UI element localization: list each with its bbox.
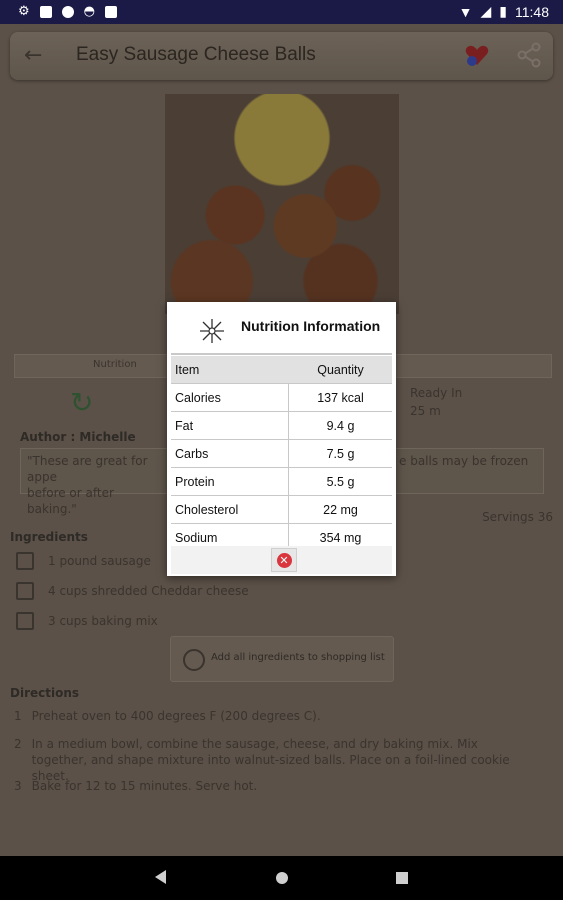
heart-icon[interactable] — [464, 42, 490, 68]
nav-home-icon[interactable] — [276, 872, 288, 884]
ready-in: Ready In 25 m — [410, 384, 462, 420]
nutrient-quantity: 9.4 g — [326, 418, 355, 433]
checkbox[interactable] — [16, 582, 34, 600]
recipe-photo — [165, 94, 399, 314]
step-number: 3 — [14, 779, 22, 793]
status-time: 11:48 — [515, 3, 549, 20]
description-right: e balls may be frozen — [399, 454, 529, 468]
nutrition-table: Item Quantity Calories 137 kcal Fat 9.4 … — [171, 356, 392, 552]
ingredient-label: 4 cups shredded Cheddar cheese — [48, 584, 249, 598]
status-icons-left: ⚙ ◓ — [18, 4, 117, 19]
step-number: 2 — [14, 737, 22, 751]
page-title: Easy Sausage Cheese Balls — [76, 44, 316, 65]
description-line-2: before or after baking." — [27, 486, 114, 516]
divider — [171, 353, 392, 355]
share-icon[interactable] — [516, 42, 542, 68]
dialog-title: Nutrition Information — [241, 318, 381, 334]
arrow-left-icon[interactable]: ← — [24, 44, 48, 68]
cast-icon: ◓ — [83, 4, 95, 19]
direction-step: 3 Bake for 12 to 15 minutes. Serve hot. — [14, 778, 544, 794]
step-text: Bake for 12 to 15 minutes. Serve hot. — [31, 779, 258, 793]
dialog-footer: ✕ — [171, 546, 392, 574]
nutrition-dialog: Nutrition Information Item Quantity Calo… — [167, 302, 396, 576]
battery-icon: ▮ — [499, 3, 507, 19]
servings: Servings 36 — [482, 510, 553, 524]
ready-in-label: Ready In — [410, 386, 463, 400]
step-text: In a medium bowl, combine the sausage, c… — [31, 737, 510, 783]
step-number: 1 — [14, 709, 22, 723]
nutrient-name: Fat — [171, 412, 289, 439]
description-left: "These are great for appe before or afte… — [27, 453, 167, 517]
add-to-shopping-list-label: Add all ingredients to shopping list — [211, 652, 385, 663]
nutrient-quantity: 22 mg — [323, 502, 358, 517]
table-row: Protein 5.5 g — [171, 468, 392, 496]
refresh-icon[interactable]: ↻ — [70, 386, 93, 419]
ingredient-item[interactable]: 4 cups shredded Cheddar cheese — [16, 582, 249, 600]
description-line-1: "These are great for appe — [27, 454, 148, 484]
nutrient-quantity: 5.5 g — [326, 474, 355, 489]
add-to-shopping-list-button[interactable]: Add all ingredients to shopping list — [170, 636, 394, 682]
ready-in-value: 25 m — [410, 404, 441, 418]
checkbox[interactable] — [16, 612, 34, 630]
table-row: Calories 137 kcal — [171, 384, 392, 412]
tab-nutrition[interactable]: Nutrition — [93, 359, 137, 370]
notification-a-icon — [39, 5, 52, 18]
table-header: Item Quantity — [171, 356, 392, 384]
ingredient-item[interactable]: 3 cups baking mix — [16, 612, 158, 630]
directions-heading: Directions — [10, 686, 80, 700]
wifi-icon: ▼ — [458, 3, 473, 20]
checkbox[interactable] — [16, 552, 34, 570]
globe-icon — [183, 649, 205, 671]
nutrient-quantity: 7.5 g — [326, 446, 355, 461]
sd-card-icon — [105, 5, 117, 18]
circle-icon — [61, 5, 74, 18]
ingredient-item[interactable]: 1 pound sausage — [16, 552, 151, 570]
table-row: Fat 9.4 g — [171, 412, 392, 440]
nutrient-name: Carbs — [171, 440, 289, 467]
nutrient-name: Cholesterol — [171, 496, 289, 523]
ingredients-heading: Ingredients — [10, 530, 88, 544]
table-row: Carbs 7.5 g — [171, 440, 392, 468]
direction-step: 1 Preheat oven to 400 degrees F (200 deg… — [14, 708, 544, 724]
status-bar: ⚙ ◓ ▼ ◢ ▮ 11:48 — [0, 0, 563, 24]
ingredient-label: 1 pound sausage — [48, 554, 151, 568]
column-header-quantity: Quantity — [317, 362, 364, 377]
close-icon: ✕ — [276, 552, 292, 568]
nutrient-name: Protein — [171, 468, 289, 495]
status-icons-right: ▼ ◢ ▮ 11:48 — [459, 3, 549, 20]
author: Author : Michelle — [20, 430, 136, 444]
signal-icon: ◢ — [480, 3, 492, 19]
step-text: Preheat oven to 400 degrees F (200 degre… — [31, 709, 321, 723]
nav-back-icon[interactable] — [155, 870, 166, 884]
close-button[interactable]: ✕ — [271, 548, 297, 572]
table-row: Cholesterol 22 mg — [171, 496, 392, 524]
nav-recents-icon[interactable] — [396, 872, 408, 884]
direction-step: 2 In a medium bowl, combine the sausage,… — [14, 736, 534, 784]
toolbar: ← Easy Sausage Cheese Balls — [10, 32, 553, 80]
sparkle-icon — [200, 319, 224, 343]
ingredient-label: 3 cups baking mix — [48, 614, 158, 628]
navigation-bar — [0, 856, 563, 900]
nutrient-quantity: 137 kcal — [317, 390, 364, 405]
column-header-item: Item — [175, 362, 200, 377]
nutrient-name: Calories — [171, 384, 289, 411]
settings-icon: ⚙ — [18, 4, 30, 19]
